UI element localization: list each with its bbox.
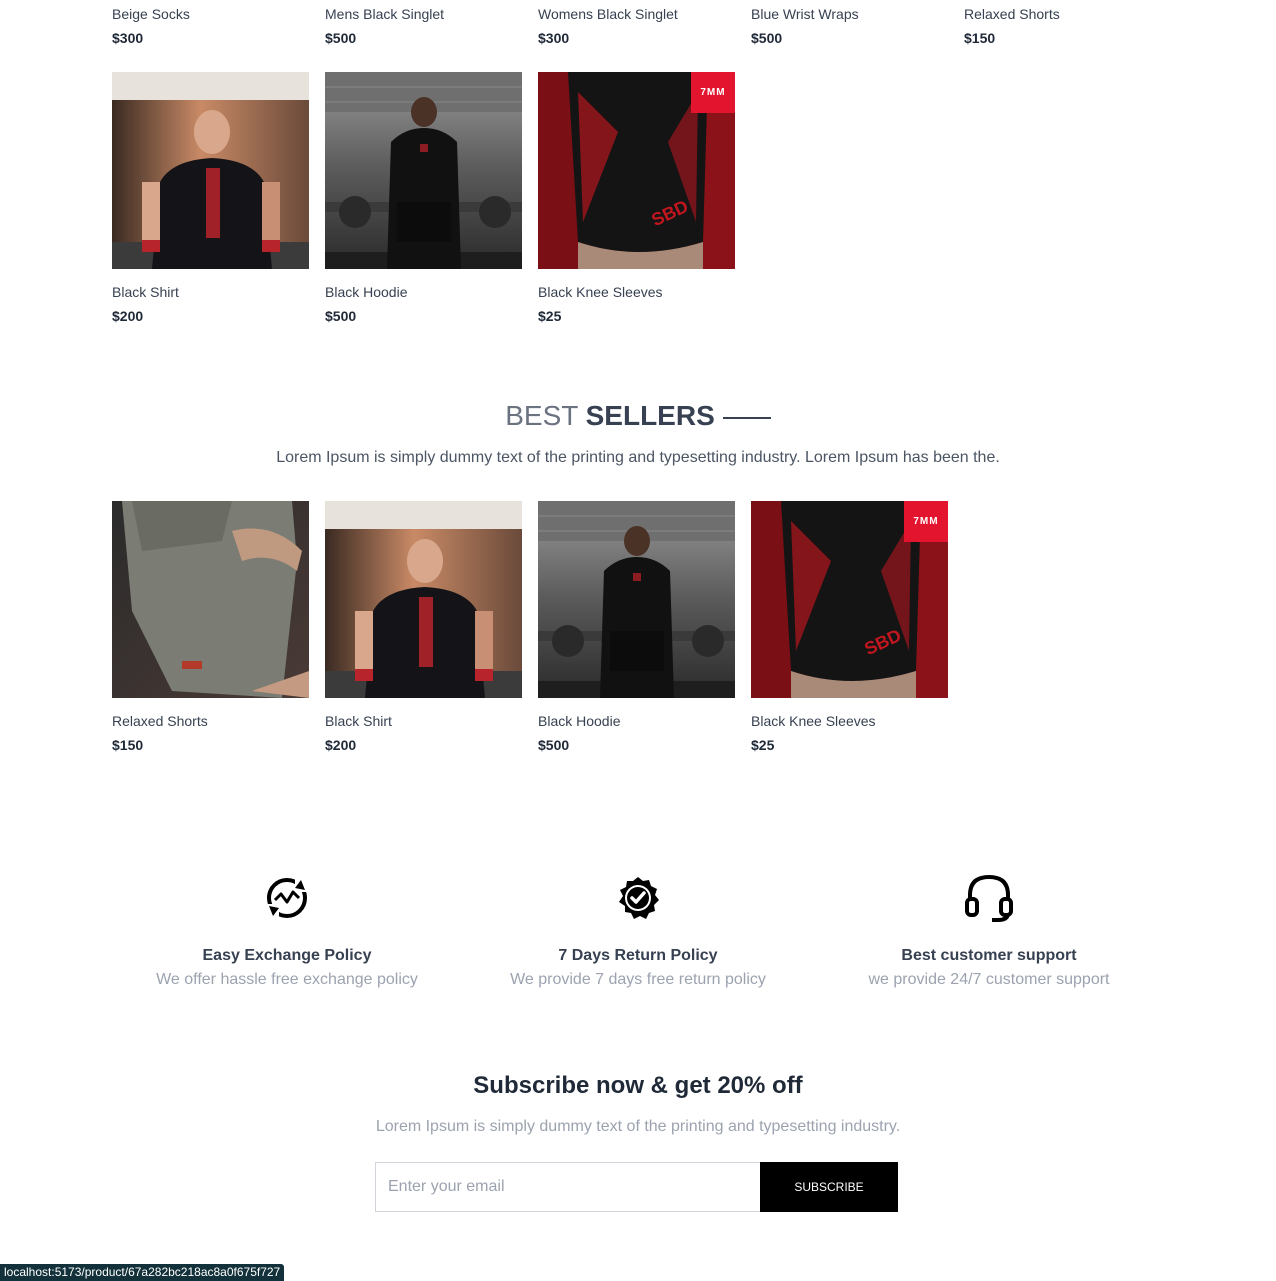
headset-icon [814,872,1164,924]
product-name: Black Knee Sleeves [751,713,876,729]
product-name: Relaxed Shorts [112,713,208,729]
product-price: $300 [538,30,570,46]
product-price: $25 [751,737,775,753]
black-shirt-image[interactable] [112,72,309,269]
product-card[interactable]: Beige Socks $300 [112,0,309,47]
thickness-badge: 7MM [904,501,948,542]
status-bar-url: localhost:5173/product/67a282bc218ac8a0f… [0,1264,285,1281]
product-name: Black Knee Sleeves [538,284,663,300]
product-name: Black Shirt [325,713,392,729]
title-bold: SELLERS [585,400,715,431]
product-card[interactable]: Black Hoodie $500 [538,501,735,754]
subscribe-description: Lorem Ipsum is simply dummy text of the … [375,1118,901,1135]
product-name: Mens Black Singlet [325,6,445,22]
product-name: Black Shirt [112,284,179,300]
feature-exchange: Easy Exchange Policy We offer hassle fre… [112,872,462,990]
product-name: Blue Wrist Wraps [751,6,859,22]
email-field[interactable] [375,1162,760,1212]
black-hoodie-image[interactable] [538,501,735,698]
product-card[interactable]: 7MM Black Knee Sleeves $25 [751,501,948,754]
product-price: $500 [751,30,783,46]
black-hoodie-image[interactable] [325,72,522,269]
product-card[interactable]: Mens Black Singlet $500 [325,0,522,47]
title-light: BEST [505,400,578,431]
product-name: Beige Socks [112,6,190,22]
subscribe-title: Subscribe now & get 20% off [473,1072,803,1099]
best-sellers-description: Lorem Ipsum is simply dummy text of the … [276,449,1000,466]
product-card[interactable]: Relaxed Shorts $150 [112,501,309,754]
product-price: $500 [538,737,570,753]
product-grid-best-sellers: Relaxed Shorts $150 Black Shirt $200 Bla… [112,501,1161,754]
product-card[interactable]: Relaxed Shorts $150 [964,0,1161,47]
thickness-badge: 7MM [691,72,735,113]
product-card[interactable]: Blue Wrist Wraps $500 [751,0,948,47]
relaxed-shorts-image[interactable] [112,501,309,698]
feature-description: we provide 24/7 customer support [868,971,1110,988]
feature-return: 7 Days Return Policy We provide 7 days f… [463,872,813,990]
product-price: $150 [964,30,996,46]
product-price: $500 [325,30,357,46]
product-card[interactable]: Womens Black Singlet $300 [538,0,735,47]
black-shirt-image[interactable] [325,501,522,698]
product-grid-latest: Black Shirt $200 Black Hoodie $500 7MM B… [112,72,1161,325]
product-card[interactable]: Black Shirt $200 [112,72,309,325]
product-card[interactable]: Black Shirt $200 [325,501,522,754]
product-grid-top: Beige Socks $300 Mens Black Singlet $500… [112,0,1161,47]
product-price: $300 [112,30,144,46]
policy-features: Easy Exchange Policy We offer hassle fre… [112,872,1164,990]
subscribe-button[interactable]: SUBSCRIBE [760,1162,898,1212]
product-price: $200 [112,308,144,324]
product-card[interactable]: 7MM Black Knee Sleeves $25 [538,72,735,325]
feature-support: Best customer support we provide 24/7 cu… [814,872,1164,990]
knee-sleeves-image[interactable]: 7MM [538,72,735,269]
product-name: Black Hoodie [325,284,408,300]
quality-badge-icon [463,872,813,924]
product-name: Relaxed Shorts [964,6,1060,22]
feature-title: Easy Exchange Policy [202,947,372,964]
knee-sleeves-image[interactable]: 7MM [751,501,948,698]
best-sellers-title: BEST SELLERS [0,398,1276,434]
feature-description: We offer hassle free exchange policy [156,971,418,988]
product-card[interactable]: Black Hoodie $500 [325,72,522,325]
feature-title: 7 Days Return Policy [558,947,718,964]
product-price: $500 [325,308,357,324]
exchange-icon [112,872,462,924]
product-name: Black Hoodie [538,713,621,729]
title-divider [722,416,771,419]
product-price: $25 [538,308,562,324]
product-price: $150 [112,737,144,753]
feature-title: Best customer support [901,947,1077,964]
feature-description: We provide 7 days free return policy [510,971,766,988]
product-name: Womens Black Singlet [538,6,678,22]
product-price: $200 [325,737,357,753]
subscribe-form: SUBSCRIBE [375,1162,898,1212]
